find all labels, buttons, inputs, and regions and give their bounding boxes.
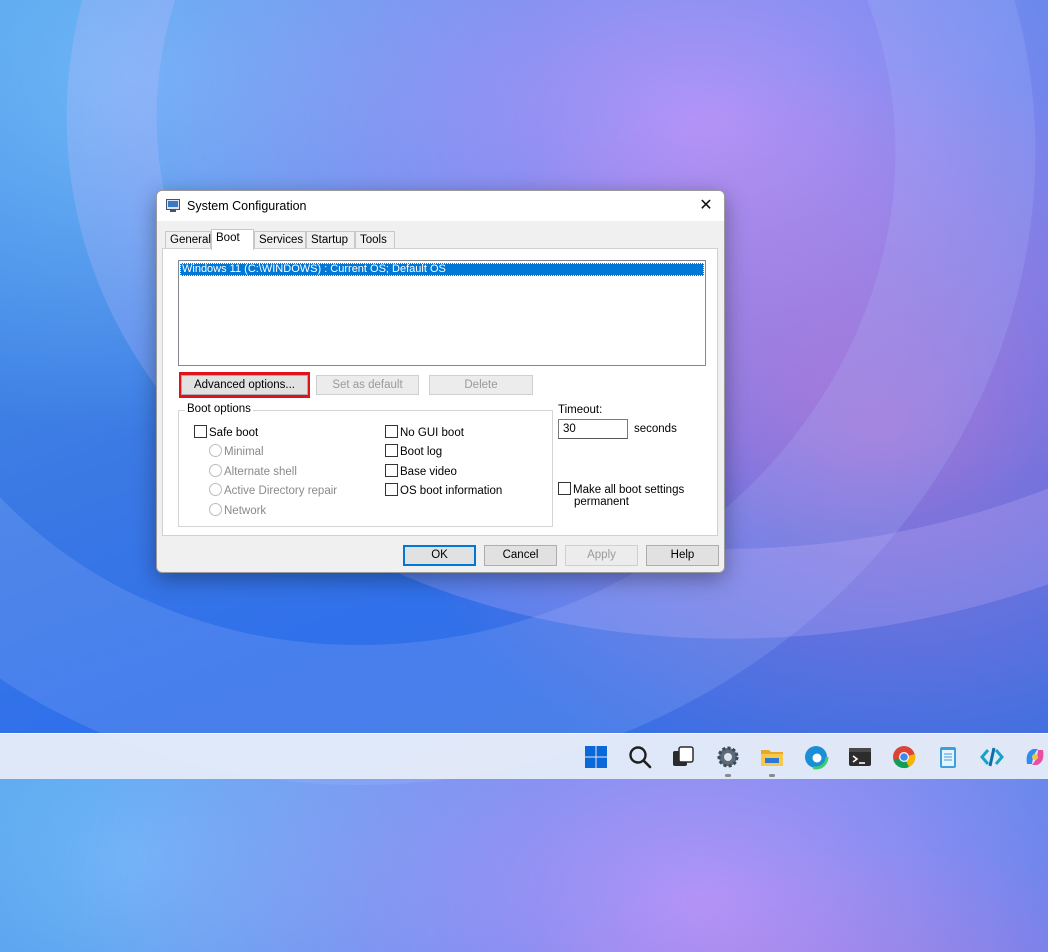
radio-circle[interactable]: [209, 483, 222, 496]
checkbox-box[interactable]: [194, 425, 207, 438]
radio-circle[interactable]: [209, 503, 222, 516]
tab-general[interactable]: General: [165, 231, 211, 249]
tab-startup[interactable]: Startup: [306, 231, 355, 249]
network-radio[interactable]: Network: [209, 503, 266, 518]
apply-button[interactable]: Apply: [565, 545, 638, 566]
boot-log-checkbox[interactable]: Boot log: [385, 444, 442, 459]
tab-services[interactable]: Services: [254, 231, 306, 249]
active-directory-repair-label: Active Directory repair: [224, 485, 338, 497]
boot-entry-list[interactable]: Windows 11 (C:\WINDOWS) : Current OS; De…: [178, 260, 706, 366]
os-boot-information-checkbox[interactable]: OS boot information: [385, 483, 502, 498]
checkbox-box[interactable]: [385, 444, 398, 457]
boot-options-title: Boot options: [185, 403, 253, 415]
task-view-icon[interactable]: [670, 744, 696, 770]
ok-button[interactable]: OK: [403, 545, 476, 566]
alternate-shell-label: Alternate shell: [224, 466, 297, 478]
active-directory-repair-radio[interactable]: Active Directory repair: [209, 483, 337, 498]
file-explorer-icon[interactable]: [759, 744, 785, 770]
chrome-icon[interactable]: [891, 744, 917, 770]
checkbox-box[interactable]: [385, 483, 398, 496]
settings-icon[interactable]: [715, 744, 741, 770]
dev-tool-icon[interactable]: [979, 744, 1005, 770]
tab-boot[interactable]: Boot: [211, 229, 254, 250]
radio-circle[interactable]: [209, 444, 222, 457]
base-video-checkbox[interactable]: Base video: [385, 464, 457, 479]
boot-options-group: Boot options Safe boot Minimal Alternate…: [178, 403, 553, 527]
cancel-button[interactable]: Cancel: [484, 545, 557, 566]
boot-log-label: Boot log: [400, 446, 443, 458]
base-video-label: Base video: [400, 466, 457, 478]
safe-boot-checkbox[interactable]: Safe boot: [194, 425, 258, 440]
msconfig-app-icon: [166, 199, 180, 212]
seconds-label: seconds: [634, 423, 677, 435]
checkbox-box[interactable]: [385, 464, 398, 477]
edge-icon[interactable]: [803, 744, 829, 770]
notepad-icon[interactable]: [935, 744, 961, 770]
tab-tools[interactable]: Tools: [355, 231, 395, 249]
no-gui-boot-checkbox[interactable]: No GUI boot: [385, 425, 464, 440]
no-gui-boot-label: No GUI boot: [400, 427, 464, 439]
timeout-input[interactable]: [558, 419, 628, 439]
running-indicator: [725, 774, 731, 777]
taskbar: [0, 733, 1048, 779]
safe-boot-label: Safe boot: [209, 427, 259, 439]
title-bar[interactable]: System Configuration ✕: [157, 191, 724, 221]
checkbox-box[interactable]: [558, 482, 571, 495]
copilot-icon[interactable]: [1022, 744, 1048, 770]
radio-circle[interactable]: [209, 464, 222, 477]
delete-button[interactable]: Delete: [429, 375, 533, 395]
boot-tab-panel: Windows 11 (C:\WINDOWS) : Current OS; De…: [162, 248, 718, 536]
search-icon[interactable]: [627, 744, 653, 770]
minimal-radio[interactable]: Minimal: [209, 444, 264, 459]
start-icon[interactable]: [583, 744, 609, 770]
terminal-icon[interactable]: [847, 744, 873, 770]
make-permanent-label-line2: permanent: [574, 496, 629, 508]
timeout-label: Timeout:: [558, 404, 603, 416]
os-boot-information-label: OS boot information: [400, 485, 503, 497]
minimal-label: Minimal: [224, 446, 264, 458]
running-indicator: [769, 774, 775, 777]
system-configuration-dialog: System Configuration ✕ General Boot Serv…: [156, 190, 725, 573]
network-label: Network: [224, 505, 267, 517]
boot-entry-item[interactable]: Windows 11 (C:\WINDOWS) : Current OS; De…: [180, 263, 704, 276]
checkbox-box[interactable]: [385, 425, 398, 438]
window-title: System Configuration: [187, 199, 307, 213]
advanced-options-button[interactable]: Advanced options...: [181, 375, 308, 395]
close-icon[interactable]: ✕: [694, 195, 718, 217]
alternate-shell-radio[interactable]: Alternate shell: [209, 464, 297, 479]
help-button[interactable]: Help: [646, 545, 719, 566]
set-as-default-button[interactable]: Set as default: [316, 375, 419, 395]
